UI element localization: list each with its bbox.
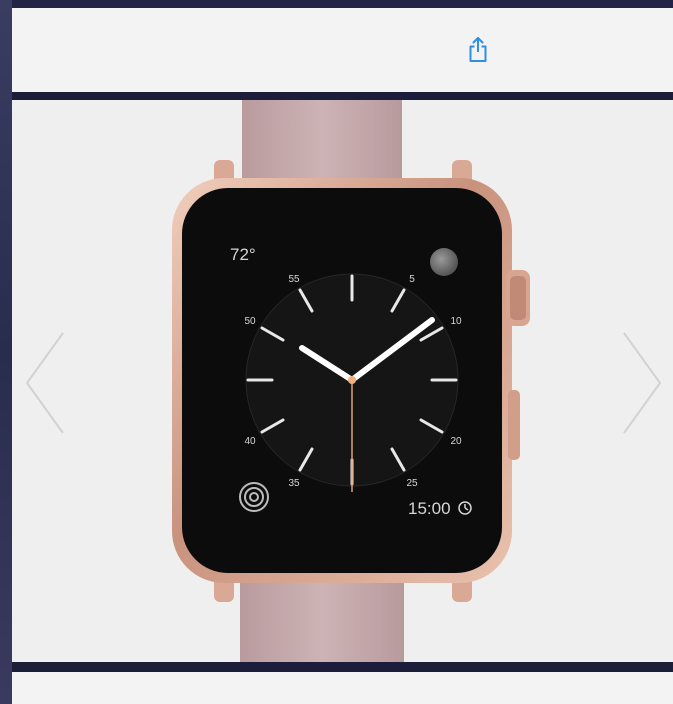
screen-left-edge bbox=[0, 0, 12, 704]
screen-top-edge bbox=[0, 0, 673, 8]
moon-phase-complication bbox=[430, 248, 458, 276]
svg-text:50: 50 bbox=[244, 316, 256, 327]
timer-complication: 15:00 bbox=[408, 499, 451, 518]
svg-text:5: 5 bbox=[409, 274, 415, 285]
details-panel bbox=[12, 672, 673, 704]
side-button bbox=[508, 390, 520, 460]
svg-text:55: 55 bbox=[288, 274, 300, 285]
next-image-button[interactable] bbox=[617, 328, 667, 438]
chevron-right-icon bbox=[623, 332, 662, 434]
product-image-carousel[interactable]: 72° 55 5 50 10 40 20 35 25 15:00 bbox=[12, 100, 673, 662]
svg-text:25: 25 bbox=[406, 478, 418, 489]
svg-text:35: 35 bbox=[288, 478, 300, 489]
share-button[interactable] bbox=[460, 30, 496, 70]
previous-image-button[interactable] bbox=[20, 328, 70, 438]
svg-text:20: 20 bbox=[450, 436, 462, 447]
temperature-complication: 72° bbox=[230, 245, 256, 264]
share-icon bbox=[469, 37, 487, 62]
lower-band bbox=[240, 570, 404, 662]
watch-image: 72° 55 5 50 10 40 20 35 25 15:00 bbox=[172, 100, 530, 662]
toolbar bbox=[12, 8, 673, 92]
svg-text:10: 10 bbox=[450, 316, 462, 327]
svg-text:40: 40 bbox=[244, 436, 256, 447]
chevron-left-icon bbox=[25, 332, 64, 434]
